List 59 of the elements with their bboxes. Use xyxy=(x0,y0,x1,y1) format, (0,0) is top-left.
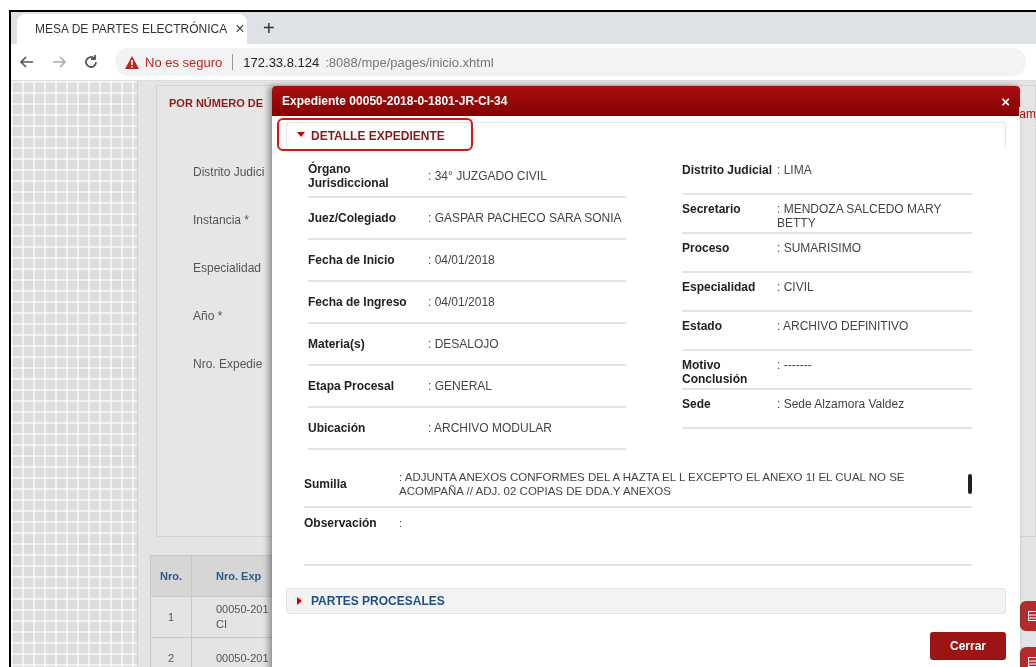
url-host: 172.33.8.124 xyxy=(243,54,320,70)
field-label: Observación xyxy=(304,516,378,530)
field-label: Distrito Judicial xyxy=(682,163,774,177)
back-icon[interactable] xyxy=(19,54,35,70)
field-label: Juez/Colegiado xyxy=(308,211,397,225)
new-tab-button[interactable]: + xyxy=(257,14,281,44)
form-label: Especialidad xyxy=(193,260,262,277)
url-path: :8088/mpe/pages/inicio.xhtml xyxy=(325,54,494,70)
column-header: Nro. xyxy=(150,555,192,597)
reload-icon[interactable] xyxy=(83,54,99,70)
dialog-title: Expediente 00050-2018-0-1801-JR-CI-34 xyxy=(282,94,508,108)
table-cell: 2 xyxy=(150,637,192,667)
browser-tab[interactable]: MESA DE PARTES ELECTRÓNICA × xyxy=(17,14,247,44)
field-label: Ubicación xyxy=(308,421,367,435)
close-dialog-button[interactable]: Cerrar xyxy=(929,632,1006,660)
field-label: Sumilla xyxy=(304,477,348,491)
section-header[interactable]: PARTES PROCESALES xyxy=(286,588,1006,614)
field-value: : ADJUNTA ANEXOS CONFORMES DEL A HAZTA EL L EXCEPTO EL ANEXO 1I EL CUAL NO SE ACOMPAÑA // ADJ. 02 COPIAS DE DDA.Y ANEXOS xyxy=(399,470,906,498)
field-value: : MENDOZA SALCEDO MARY BETTY xyxy=(777,202,943,230)
field-value: : DESALOJO xyxy=(428,337,499,351)
table-icon xyxy=(1028,611,1036,621)
field-value: : SUMARISIMO xyxy=(777,241,861,255)
field-value: : xyxy=(399,516,404,530)
field-label: Órgano Jurisdiccional xyxy=(308,162,390,190)
panel-tab[interactable]: POR NÚMERO DE xyxy=(169,97,264,109)
field-value: : Sede Alzamora Valdez xyxy=(777,397,905,411)
field-value: : GENERAL xyxy=(428,379,493,393)
field-label: Secretario xyxy=(682,202,742,216)
field-label: Fecha de Ingreso xyxy=(308,295,408,309)
form-label: Año * xyxy=(193,308,223,325)
field-value: : 34° JUZGADO CIVIL xyxy=(428,169,547,183)
field-value: : ARCHIVO DEFINITIVO xyxy=(777,319,909,333)
form-label: Instancia * xyxy=(193,212,250,229)
form-label: Distrito Judici xyxy=(193,164,265,181)
form-label: Nro. Expedie xyxy=(193,356,263,373)
field-value: : ARCHIVO MODULAR xyxy=(428,421,553,435)
table-icon xyxy=(1028,657,1036,667)
field-label: Especialidad xyxy=(682,280,757,294)
scrollbar-thumb[interactable] xyxy=(968,474,972,494)
field-value: : 04/01/2018 xyxy=(428,295,495,309)
field-value: : CIVIL xyxy=(777,280,814,294)
field-label: Etapa Procesal xyxy=(308,379,396,393)
field-value: : LIMA xyxy=(777,163,812,177)
field-value: : ------- xyxy=(777,358,812,372)
field-label: Estado xyxy=(682,319,723,333)
address-bar[interactable]: No es seguro 172.33.8.124 :8088/mpe/pages/inicio.xhtml xyxy=(115,48,1026,76)
field-label: Fecha de Inicio xyxy=(308,253,396,267)
close-tab-button[interactable]: × xyxy=(235,20,245,38)
table-cell: 1 xyxy=(150,596,192,638)
field-value: : 04/01/2018 xyxy=(428,253,495,267)
field-label: Materia(s) xyxy=(308,337,366,351)
field-label: Sede xyxy=(682,397,712,411)
field-label: Proceso xyxy=(682,241,731,255)
field-value: : GASPAR PACHECO SARA SONIA xyxy=(428,211,622,225)
warning-icon xyxy=(125,55,139,69)
security-warning[interactable]: No es seguro xyxy=(145,54,223,70)
field-label: Motivo Conclusión xyxy=(682,358,749,386)
close-button[interactable]: × xyxy=(1001,92,1010,110)
side-text: am xyxy=(1019,107,1036,121)
